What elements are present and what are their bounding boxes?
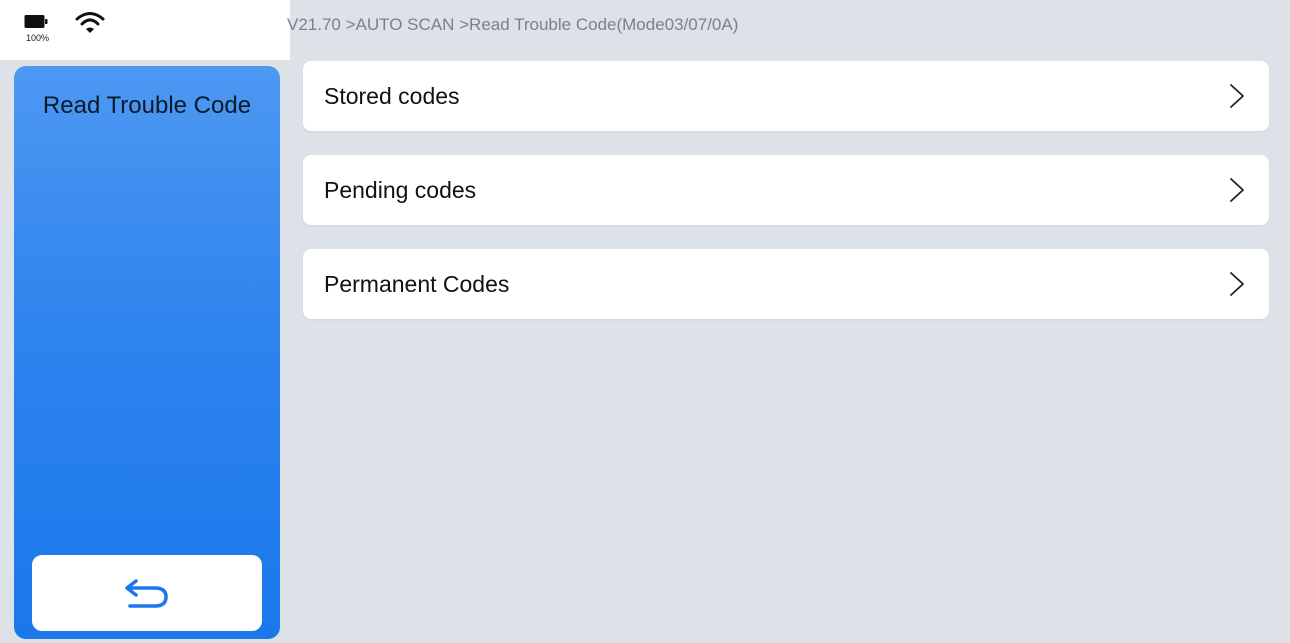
back-button[interactable]: [32, 555, 262, 631]
menu-item-label: Pending codes: [324, 177, 477, 203]
side-panel: Read Trouble Code: [14, 66, 280, 639]
back-arrow-icon: [125, 579, 168, 608]
chevron-right-icon: [1230, 272, 1244, 296]
battery-full-icon: [24, 15, 48, 28]
chevron-right-icon: [1230, 178, 1244, 202]
chevron-right-icon: [1230, 84, 1244, 108]
battery-indicator: 100%: [24, 14, 58, 44]
menu-item-permanent-codes[interactable]: Permanent Codes: [303, 249, 1269, 319]
breadcrumb: V21.70 >AUTO SCAN >Read Trouble Code(Mod…: [287, 15, 739, 34]
menu-list: Stored codes Pending codes Permanent Cod…: [303, 61, 1269, 343]
menu-item-label: Stored codes: [324, 83, 460, 109]
status-bar: 100%: [0, 0, 290, 60]
menu-item-pending-codes[interactable]: Pending codes: [303, 155, 1269, 225]
page-title: Read Trouble Code: [42, 92, 252, 119]
menu-item-stored-codes[interactable]: Stored codes: [303, 61, 1269, 131]
wifi-icon: [75, 12, 105, 33]
menu-item-label: Permanent Codes: [324, 271, 510, 297]
battery-percent: 100%: [26, 33, 50, 43]
